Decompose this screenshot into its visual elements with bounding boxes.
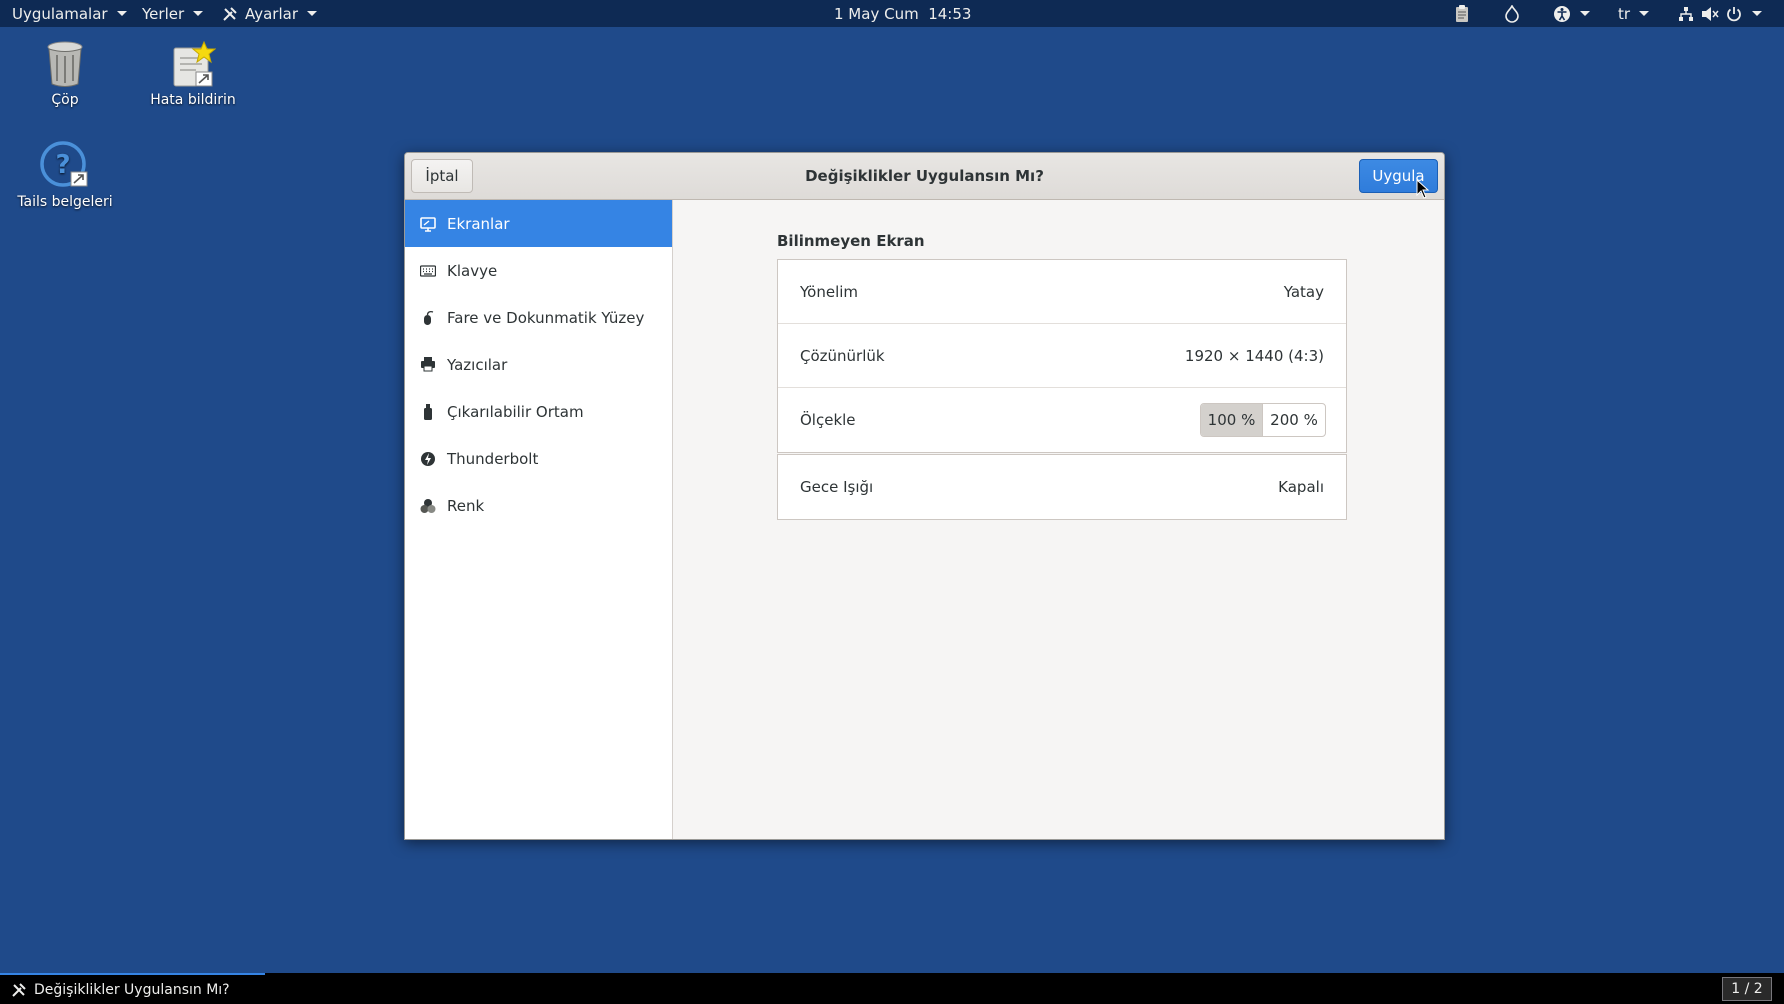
desktop-icon-trash[interactable]: Çöp xyxy=(0,38,130,108)
applications-menu[interactable]: Uygulamalar xyxy=(12,0,127,27)
scale-label: Ölçekle xyxy=(800,411,856,429)
orientation-label: Yönelim xyxy=(800,282,859,301)
chevron-down-icon xyxy=(193,11,204,16)
power-icon xyxy=(1725,5,1743,23)
sidebar-item-thunderbolt[interactable]: Thunderbolt xyxy=(405,435,672,482)
scale-option-200[interactable]: 200 % xyxy=(1263,404,1325,436)
scale-option-100[interactable]: 100 % xyxy=(1201,404,1263,436)
desktop-icon-label: Hata bildirin xyxy=(150,92,236,108)
mouse-icon xyxy=(419,309,437,327)
scale-row: Ölçekle 100 % 200 % xyxy=(778,388,1346,452)
display-icon xyxy=(419,215,437,233)
cancel-button[interactable]: İptal xyxy=(411,159,473,193)
header-bar: Değişiklikler Uygulansın Mı? İptal Uygul… xyxy=(405,153,1444,200)
tor-status[interactable] xyxy=(1503,0,1521,27)
thunderbolt-icon xyxy=(419,450,437,468)
taskbar-window-button[interactable]: Değişiklikler Uygulansın Mı? xyxy=(0,973,265,1004)
network-wired-icon xyxy=(1677,5,1695,23)
sidebar-item-displays[interactable]: Ekranlar xyxy=(405,200,672,247)
tools-icon xyxy=(221,5,239,23)
accessibility-icon xyxy=(1553,5,1571,23)
taskbar-window-title: Değişiklikler Uygulansın Mı? xyxy=(34,981,230,998)
tools-icon xyxy=(10,981,28,999)
settings-window: Değişiklikler Uygulansın Mı? İptal Uygul… xyxy=(404,152,1445,840)
color-icon xyxy=(419,497,437,515)
sidebar-item-label: Klavye xyxy=(447,261,498,280)
monitor-name-heading: Bilinmeyen Ekran xyxy=(777,232,925,250)
accessibility-menu[interactable] xyxy=(1553,0,1590,27)
volume-muted-icon xyxy=(1701,5,1719,23)
displays-panel: Bilinmeyen Ekran Yönelim Yatay Çözünürlü… xyxy=(674,200,1444,839)
chevron-down-icon xyxy=(1752,11,1762,16)
keyboard-icon xyxy=(419,262,437,280)
resolution-label: Çözünürlük xyxy=(800,346,885,365)
desktop-icon-tails-docs[interactable]: ? Tails belgeleri xyxy=(0,140,130,210)
night-light-row[interactable]: Gece Işığı Kapalı xyxy=(778,455,1346,519)
clock-label: 1 May Cum 14:53 xyxy=(834,4,972,23)
places-menu-label: Yerler xyxy=(142,4,185,23)
orientation-value: Yatay xyxy=(1283,282,1324,301)
night-light-value: Kapalı xyxy=(1278,478,1324,496)
help-icon: ? xyxy=(39,140,91,192)
chevron-down-icon xyxy=(1639,11,1650,16)
system-menu[interactable] xyxy=(1677,0,1762,27)
clipboard-icon xyxy=(1453,4,1471,23)
settings-menu-label: Ayarlar xyxy=(245,4,299,23)
orientation-row[interactable]: Yönelim Yatay xyxy=(778,260,1346,324)
bug-report-icon xyxy=(167,38,219,90)
keyboard-layout-menu[interactable]: tr xyxy=(1618,0,1650,27)
sidebar-item-label: Renk xyxy=(447,496,485,515)
sidebar-item-mouse[interactable]: Fare ve Dokunmatik Yüzey xyxy=(405,294,672,341)
workspace-label: 1 / 2 xyxy=(1731,981,1763,997)
sidebar-item-label: Yazıcılar xyxy=(447,355,508,374)
keyboard-layout-label: tr xyxy=(1618,4,1631,23)
sidebar-item-removable-media[interactable]: Çıkarılabilir Ortam xyxy=(405,388,672,435)
sidebar-item-label: Çıkarılabilir Ortam xyxy=(447,402,584,421)
desktop-icon-label: Çöp xyxy=(51,92,79,108)
removable-media-icon xyxy=(419,403,437,421)
svg-text:?: ? xyxy=(55,150,70,180)
night-light-label: Gece Işığı xyxy=(800,478,874,496)
places-menu[interactable]: Yerler xyxy=(142,0,204,27)
mouse-cursor-icon xyxy=(1416,178,1430,199)
chevron-down-icon xyxy=(307,11,318,16)
window-list-panel: Değişiklikler Uygulansın Mı? 1 / 2 xyxy=(0,973,1784,1004)
scale-selector: 100 % 200 % xyxy=(1200,403,1326,437)
night-light-list: Gece Işığı Kapalı xyxy=(777,454,1347,520)
sidebar-item-color[interactable]: Renk xyxy=(405,482,672,529)
sidebar-item-label: Thunderbolt xyxy=(447,449,539,468)
sidebar-item-label: Fare ve Dokunmatik Yüzey xyxy=(447,308,645,327)
workspace-indicator[interactable]: 1 / 2 xyxy=(1722,977,1772,1001)
resolution-value: 1920 × 1440 (4:3) xyxy=(1184,346,1324,365)
resolution-row[interactable]: Çözünürlük 1920 × 1440 (4:3) xyxy=(778,324,1346,388)
desktop-icon-bug-report[interactable]: Hata bildirin xyxy=(128,38,258,108)
sidebar-item-keyboard[interactable]: Klavye xyxy=(405,247,672,294)
display-settings-list: Yönelim Yatay Çözünürlük 1920 × 1440 (4:… xyxy=(777,259,1347,453)
chevron-down-icon xyxy=(116,11,127,16)
settings-menu[interactable]: Ayarlar xyxy=(221,0,318,27)
chevron-down-icon xyxy=(1580,11,1590,16)
sidebar-item-printers[interactable]: Yazıcılar xyxy=(405,341,672,388)
applications-menu-label: Uygulamalar xyxy=(12,4,108,23)
settings-sidebar: Ekranlar Klavye Fare ve Dokunmatik Yüzey… xyxy=(405,200,673,839)
window-title: Değişiklikler Uygulansın Mı? xyxy=(805,167,1044,185)
clock[interactable]: 1 May Cum 14:53 xyxy=(834,0,971,27)
clipboard-applet[interactable] xyxy=(1453,0,1471,27)
top-bar: Uygulamalar Yerler Ayarlar 1 May Cum 14:… xyxy=(0,0,1784,27)
trash-icon xyxy=(39,38,91,90)
printer-icon xyxy=(419,356,437,374)
tor-onion-icon xyxy=(1503,4,1521,23)
sidebar-item-label: Ekranlar xyxy=(447,214,510,233)
desktop-icon-label: Tails belgeleri xyxy=(17,194,113,210)
